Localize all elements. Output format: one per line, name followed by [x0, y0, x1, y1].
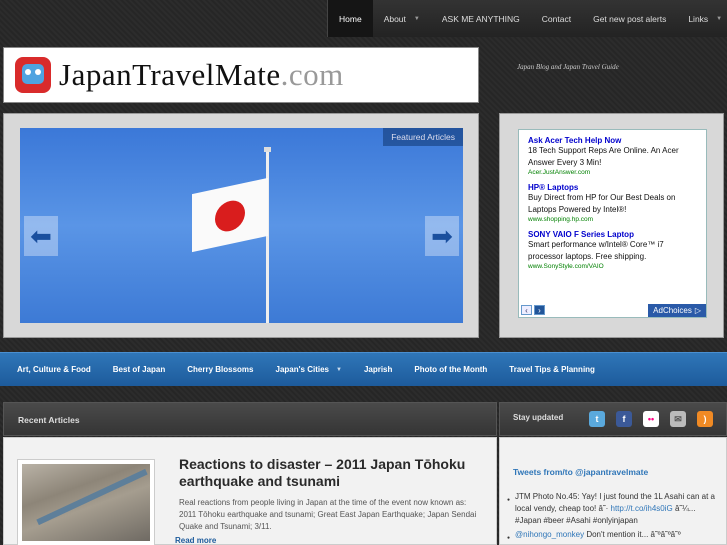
topnav-item-label: Contact — [541, 13, 572, 24]
bullet-icon: ● — [507, 497, 511, 503]
arrow-left-icon: ⬅ — [30, 220, 52, 251]
tweet-text: @nihongo_monkey Don't mention it... â˜ºâ… — [515, 529, 681, 544]
ad-url[interactable]: Acer.JustAnswer.com — [528, 169, 699, 176]
bullet-icon: ● — [507, 535, 511, 541]
category-item-art-culture-food[interactable]: Art, Culture & Food — [6, 365, 102, 374]
topnav-item-about[interactable]: About ▼ — [373, 0, 431, 37]
topnav-item-label: Links — [688, 13, 709, 24]
category-item-japrish[interactable]: Japrish — [353, 365, 403, 374]
rss-icon[interactable]: ) — [697, 411, 713, 427]
facebook-icon[interactable]: f — [616, 411, 632, 427]
ad-panel: Ask Acer Tech Help Now 18 Tech Support Re… — [499, 113, 724, 338]
tweet-link[interactable]: http://t.co/ih4s0iG — [611, 504, 673, 513]
featured-articles-label: Featured Articles — [383, 128, 463, 146]
tweet-link[interactable]: @nihongo_monkey — [515, 530, 584, 539]
category-item-label: Best of Japan — [112, 365, 166, 374]
topnav-item-label: About — [383, 13, 406, 24]
top-navigation: Home About ▼ ASK ME ANYTHING Contact Get new … — [327, 0, 727, 37]
category-item-label: Japan's Cities — [275, 365, 329, 374]
read-more-link[interactable]: Read more — [175, 536, 216, 545]
ad-title[interactable]: Ask Acer Tech Help Now — [528, 136, 699, 145]
stay-updated-bar: Stay updated t f •• ✉) — [499, 402, 727, 436]
ad-item[interactable]: SONY VAIO F Series Laptop Smart performan… — [528, 230, 699, 270]
category-item-label: Japrish — [363, 365, 393, 374]
flickr-icon[interactable]: •• — [643, 411, 659, 427]
topnav-item-ask-me-anything[interactable]: ASK ME ANYTHING — [431, 0, 531, 37]
logo-domain-text: .com — [280, 57, 344, 92]
chevron-down-icon: ▼ — [716, 15, 723, 22]
adchoices-label: AdChoices — [653, 306, 692, 315]
category-item-best-of-japan[interactable]: Best of Japan — [102, 365, 176, 374]
tweet-item: ● @nihongo_monkey Don't mention it... â˜º… — [507, 529, 717, 544]
adchoices-link[interactable]: AdChoices ▷ — [648, 304, 706, 317]
recent-articles-heading: Recent Articles — [3, 402, 497, 436]
article-title[interactable]: Reactions to disaster – 2011 Japan Tōhok… — [179, 456, 479, 490]
chevron-down-icon: ▼ — [335, 366, 342, 373]
tweet-item: ● JTM Photo No.45: Yay! I just found the … — [507, 491, 717, 527]
email-icon[interactable]: ✉ — [670, 411, 686, 427]
ad-title[interactable]: HP® Laptops — [528, 183, 699, 192]
stay-updated-label: Stay updated — [513, 413, 564, 422]
topnav-item-contact[interactable]: Contact — [531, 0, 582, 37]
ad-url[interactable]: www.shopping.hp.com — [528, 216, 699, 223]
slider-next-button[interactable]: ➡ — [425, 216, 459, 256]
ad-url[interactable]: www.SonyStyle.com/VAIO — [528, 263, 699, 270]
featured-slider: Featured Articles ⬅ ➡ — [3, 113, 479, 338]
category-item-photo-of-the-month[interactable]: Photo of the Month — [403, 365, 498, 374]
topnav-item-get-new-post-alerts[interactable]: Get new post alerts — [582, 0, 677, 37]
site-logo[interactable]: JapanTravelMate.com — [3, 47, 479, 103]
topnav-item-label: ASK ME ANYTHING — [441, 13, 520, 24]
ad-description: 18 Tech Support Reps Are Online. An Acer… — [528, 146, 679, 167]
japan-flag — [192, 177, 268, 253]
tweet-tail: Don't mention it... â˜ºâ˜ºâ˜º — [584, 530, 681, 539]
slider-prev-button[interactable]: ⬅ — [24, 216, 58, 256]
ad-description: Smart performance w/Intel® Core™ i7 proc… — [528, 240, 664, 261]
logo-text: JapanTravelMate.com — [59, 57, 344, 93]
ad-next-button[interactable]: › — [534, 305, 545, 315]
topnav-item-label: Home — [339, 13, 362, 24]
ad-item[interactable]: HP® Laptops Buy Direct from HP for Our Be… — [528, 183, 699, 223]
topnav-item-home[interactable]: Home — [328, 0, 373, 37]
topnav-item-label: Get new post alerts — [593, 13, 667, 24]
category-item-label: Art, Culture & Food — [17, 365, 91, 374]
ad-unit: Ask Acer Tech Help Now 18 Tech Support Re… — [518, 129, 707, 318]
adchoices-icon: ▷ — [694, 306, 701, 315]
twitter-widget: Tweets from/to @japantravelmate ● JTM Pho… — [499, 437, 727, 545]
topnav-item-links[interactable]: Links ▼ — [677, 0, 727, 37]
arrow-right-icon: ➡ — [431, 220, 453, 251]
category-item-travel-tips-planning[interactable]: Travel Tips & Planning — [498, 365, 606, 374]
ad-prev-button[interactable]: ‹ — [521, 305, 532, 315]
article-excerpt: Real reactions from people living in Jap… — [179, 498, 477, 531]
twitter-widget-title[interactable]: Tweets from/to @japantravelmate — [513, 467, 648, 477]
ad-item[interactable]: Ask Acer Tech Help Now 18 Tech Support Re… — [528, 136, 699, 176]
tweet-text: JTM Photo No.45: Yay! I just found the 1… — [515, 491, 717, 527]
category-item-japan-s-cities[interactable]: Japan's Cities ▼ — [265, 365, 353, 374]
mascot-icon — [15, 57, 51, 93]
logo-main-text: JapanTravelMate — [59, 57, 281, 92]
category-item-label: Travel Tips & Planning — [509, 365, 595, 374]
slide-image[interactable]: Featured Articles ⬅ ➡ — [20, 128, 463, 323]
chevron-down-icon: ▼ — [413, 15, 420, 22]
ad-description: Buy Direct from HP for Our Best Deals on… — [528, 193, 676, 214]
ad-title[interactable]: SONY VAIO F Series Laptop — [528, 230, 699, 239]
article-thumbnail[interactable] — [17, 459, 155, 545]
twitter-icon[interactable]: t — [589, 411, 605, 427]
category-item-cherry-blossoms[interactable]: Cherry Blossoms — [176, 365, 264, 374]
category-item-label: Photo of the Month — [414, 365, 488, 374]
article-list: Reactions to disaster – 2011 Japan Tōhok… — [3, 437, 497, 545]
category-item-label: Cherry Blossoms — [187, 365, 254, 374]
category-navigation: Art, Culture & Food Best of Japan Cherry B… — [0, 352, 727, 386]
site-tagline: Japan Blog and Japan Travel Guide — [517, 63, 619, 71]
